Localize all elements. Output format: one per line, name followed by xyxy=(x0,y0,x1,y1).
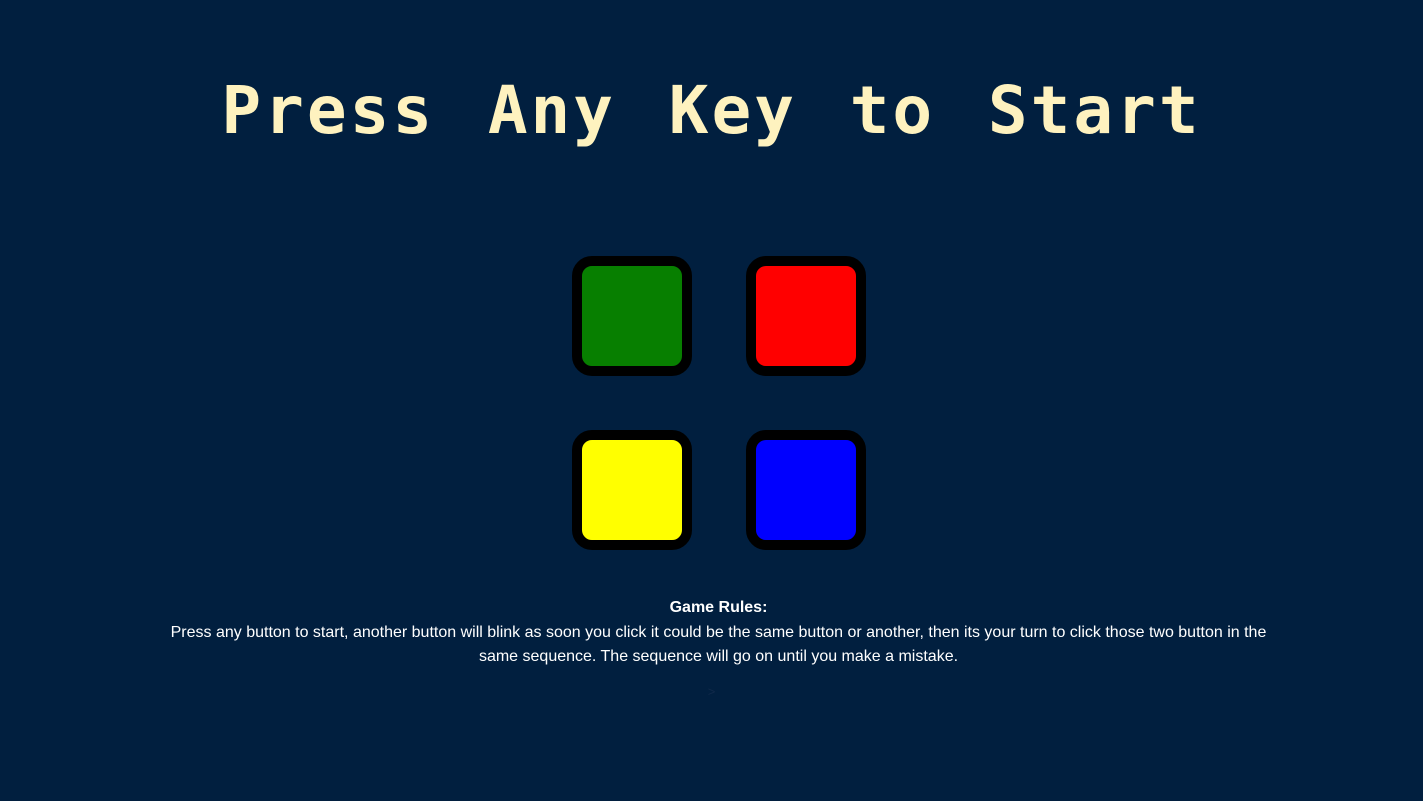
level-title: Press Any Key to Start xyxy=(221,72,1202,149)
yellow-button[interactable] xyxy=(572,430,692,550)
game-rules: Game Rules: Press any button to start, a… xyxy=(150,596,1287,670)
blue-button[interactable] xyxy=(746,430,866,550)
footer-mark: > xyxy=(707,684,716,699)
rules-heading: Game Rules: xyxy=(669,599,768,616)
red-button[interactable] xyxy=(746,256,866,376)
rules-text: Press any button to start, another butto… xyxy=(170,623,1267,666)
green-button[interactable] xyxy=(572,256,692,376)
